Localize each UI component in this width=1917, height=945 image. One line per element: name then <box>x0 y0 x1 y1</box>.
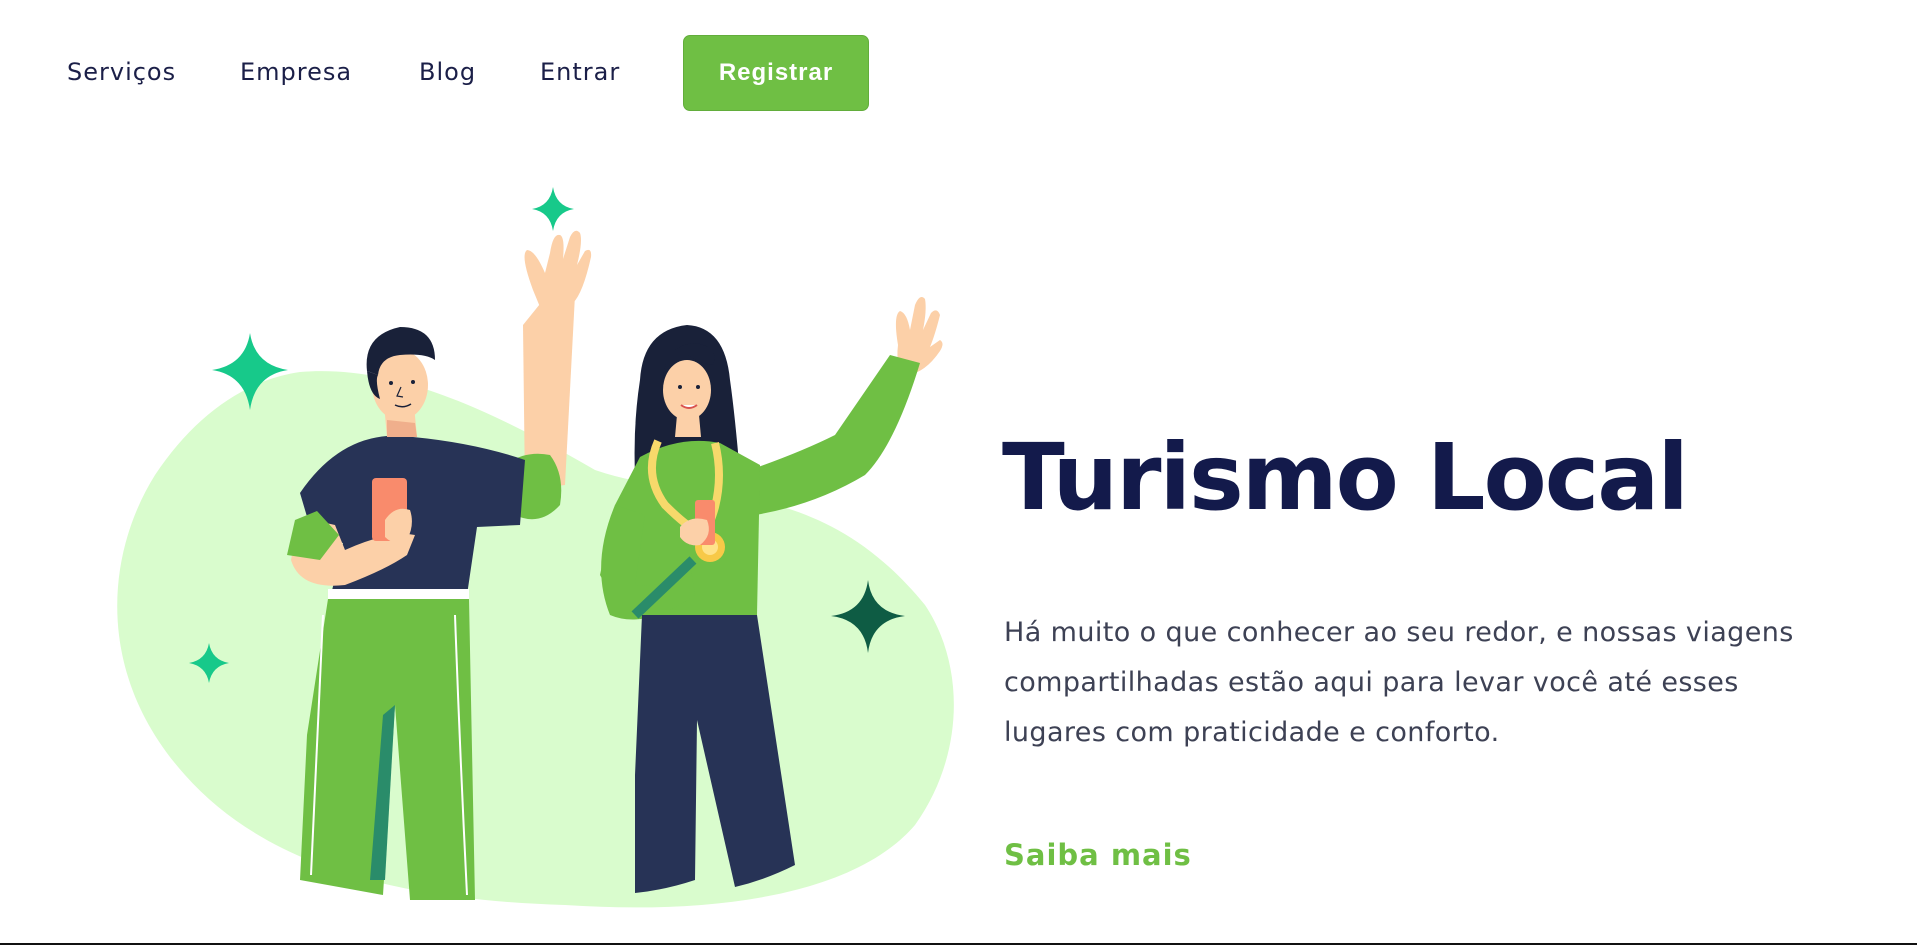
hero-illustration <box>117 187 954 908</box>
nav-link-servicos[interactable]: Serviços <box>67 55 176 89</box>
nav-link-empresa[interactable]: Empresa <box>240 55 352 89</box>
nav-link-entrar[interactable]: Entrar <box>540 55 620 89</box>
sparkle-icon <box>532 187 574 231</box>
hero-description: Há muito o que conhecer ao seu redor, e … <box>1004 617 1794 748</box>
hero-title: Turismo Local <box>1002 424 1689 531</box>
learn-more-link[interactable]: Saiba mais <box>1004 838 1192 872</box>
top-navigation: Serviços Empresa Blog Entrar Registrar <box>0 0 1917 145</box>
nav-link-blog[interactable]: Blog <box>419 55 476 89</box>
register-button[interactable]: Registrar <box>683 35 869 111</box>
